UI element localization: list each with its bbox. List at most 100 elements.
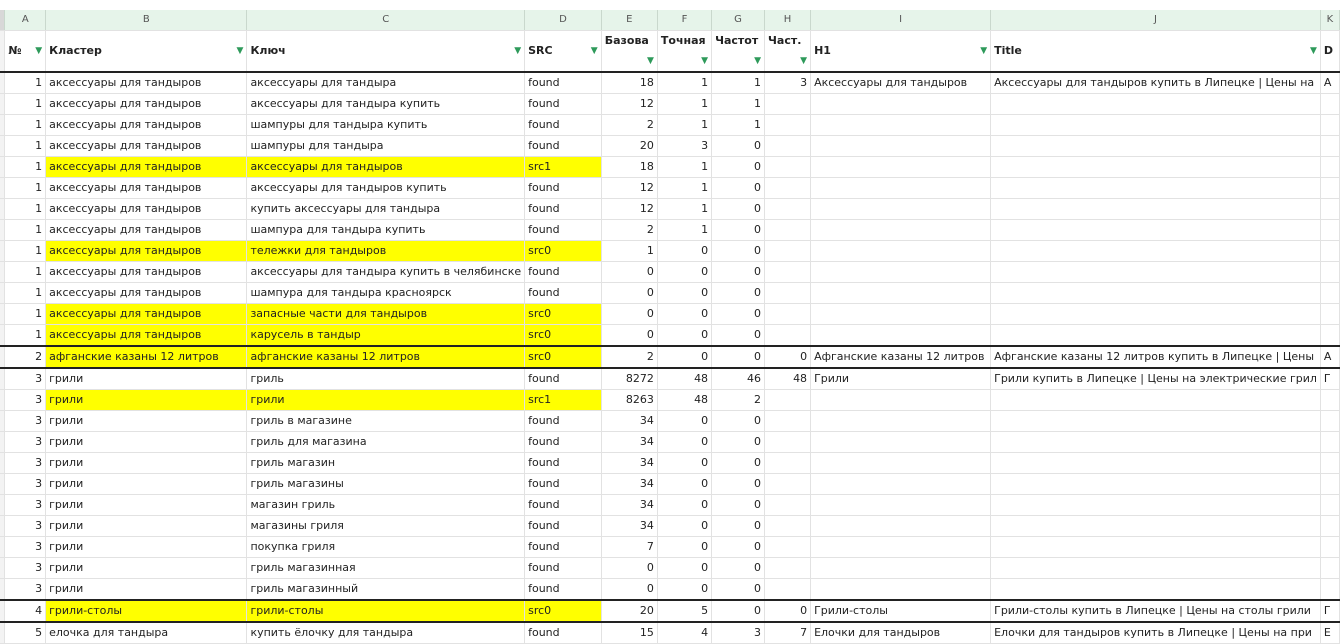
cell-key[interactable]: гриль магазинная <box>246 557 526 579</box>
cell-f[interactable]: 0 <box>657 303 713 325</box>
cell-h[interactable] <box>764 282 812 304</box>
cell-key[interactable]: шампуры для тандыра <box>246 135 526 157</box>
column-header-B[interactable]: B <box>45 10 248 31</box>
cell-h[interactable] <box>764 93 812 115</box>
cell-h[interactable] <box>764 431 812 453</box>
cell-h1[interactable] <box>810 536 992 558</box>
filter-icon[interactable]: ▼ <box>1310 41 1317 61</box>
cell-h1[interactable] <box>810 557 992 579</box>
cell-g[interactable]: 0 <box>711 135 766 157</box>
cell-k[interactable] <box>1320 578 1340 601</box>
cell-k[interactable] <box>1320 198 1340 220</box>
cell-title[interactable] <box>990 240 1321 262</box>
column-header-C[interactable]: C <box>246 10 526 31</box>
cell-cluster[interactable]: аксессуары для тандыров <box>45 72 248 94</box>
cell-k[interactable]: Г <box>1320 600 1340 623</box>
cell-f[interactable]: 0 <box>657 240 713 262</box>
header-cell[interactable]: № ▼ <box>4 30 47 73</box>
cell-e[interactable]: 2 <box>601 114 658 136</box>
cell-title[interactable] <box>990 515 1321 537</box>
cell-key[interactable]: грили-столы <box>246 600 526 623</box>
cell-n[interactable]: 3 <box>4 410 47 432</box>
cell-h1[interactable] <box>810 324 992 347</box>
cell-h1[interactable] <box>810 156 992 178</box>
cell-title[interactable] <box>990 198 1321 220</box>
cell-cluster[interactable]: аксессуары для тандыров <box>45 303 248 325</box>
cell-g[interactable]: 0 <box>711 536 766 558</box>
cell-h[interactable] <box>764 536 812 558</box>
cell-k[interactable] <box>1320 557 1340 579</box>
cell-h[interactable] <box>764 324 812 347</box>
cell-cluster[interactable]: грили <box>45 389 248 411</box>
cell-g[interactable]: 1 <box>711 114 766 136</box>
cell-e[interactable]: 20 <box>601 600 658 623</box>
cell-n[interactable]: 3 <box>4 452 47 474</box>
cell-h1[interactable] <box>810 389 992 411</box>
cell-e[interactable]: 34 <box>601 473 658 495</box>
cell-g[interactable]: 0 <box>711 557 766 579</box>
cell-g[interactable]: 0 <box>711 303 766 325</box>
cell-title[interactable] <box>990 135 1321 157</box>
filter-icon[interactable]: ▼ <box>647 51 654 70</box>
cell-n[interactable]: 1 <box>4 324 47 347</box>
filter-icon[interactable]: ▼ <box>980 41 987 61</box>
cell-title[interactable] <box>990 452 1321 474</box>
cell-h1[interactable] <box>810 135 992 157</box>
cell-f[interactable]: 1 <box>657 156 713 178</box>
cell-n[interactable]: 3 <box>4 515 47 537</box>
cell-key[interactable]: грили <box>246 389 526 411</box>
cell-h1[interactable] <box>810 410 992 432</box>
header-cell[interactable]: Title ▼ <box>990 30 1321 73</box>
header-cell[interactable]: Точная ▼ <box>657 30 713 73</box>
cell-h[interactable] <box>764 557 812 579</box>
cell-f[interactable]: 0 <box>657 536 713 558</box>
cell-g[interactable]: 0 <box>711 261 766 283</box>
cell-k[interactable] <box>1320 494 1340 516</box>
cell-h1[interactable] <box>810 93 992 115</box>
cell-cluster[interactable]: аксессуары для тандыров <box>45 324 248 347</box>
cell-k[interactable] <box>1320 219 1340 241</box>
header-cell[interactable]: H1 ▼ <box>810 30 992 73</box>
cell-h[interactable] <box>764 114 812 136</box>
cell-key[interactable]: тележки для тандыров <box>246 240 526 262</box>
cell-k[interactable] <box>1320 177 1340 199</box>
cell-cluster[interactable]: аксессуары для тандыров <box>45 177 248 199</box>
cell-h[interactable] <box>764 240 812 262</box>
cell-key[interactable]: шампуры для тандыра купить <box>246 114 526 136</box>
cell-h[interactable] <box>764 578 812 601</box>
cell-src[interactable]: src0 <box>524 240 602 262</box>
cell-k[interactable] <box>1320 282 1340 304</box>
cell-cluster[interactable]: грили <box>45 368 248 390</box>
cell-k[interactable]: А <box>1320 72 1340 94</box>
cell-title[interactable] <box>990 536 1321 558</box>
cell-n[interactable]: 1 <box>4 219 47 241</box>
cell-g[interactable]: 0 <box>711 324 766 347</box>
cell-e[interactable]: 2 <box>601 219 658 241</box>
cell-k[interactable] <box>1320 156 1340 178</box>
cell-h1[interactable] <box>810 494 992 516</box>
filter-icon[interactable]: ▼ <box>701 51 708 70</box>
cell-e[interactable]: 12 <box>601 93 658 115</box>
cell-key[interactable]: магазин гриль <box>246 494 526 516</box>
cell-src[interactable]: found <box>524 219 602 241</box>
cell-n[interactable]: 1 <box>4 135 47 157</box>
cell-cluster[interactable]: грили <box>45 536 248 558</box>
cell-key[interactable]: шампура для тандыра красноярск <box>246 282 526 304</box>
cell-cluster[interactable]: аксессуары для тандыров <box>45 282 248 304</box>
column-header-A[interactable]: A <box>4 10 47 31</box>
cell-g[interactable]: 0 <box>711 452 766 474</box>
cell-cluster[interactable]: грили <box>45 515 248 537</box>
cell-title[interactable]: Афганские казаны 12 литров купить в Липе… <box>990 346 1321 369</box>
cell-key[interactable]: аксессуары для тандыров <box>246 156 526 178</box>
cell-k[interactable]: А <box>1320 346 1340 369</box>
cell-h[interactable]: 0 <box>764 600 812 623</box>
cell-f[interactable]: 0 <box>657 431 713 453</box>
cell-f[interactable]: 48 <box>657 389 713 411</box>
spreadsheet-grid[interactable]: ABCDEFGHIJK № ▼ Кластер ▼ Ключ ▼ SRC ▼ Базова ▼ То… <box>0 10 1340 644</box>
column-header-F[interactable]: F <box>657 10 713 31</box>
cell-src[interactable]: found <box>524 177 602 199</box>
cell-title[interactable] <box>990 410 1321 432</box>
cell-cluster[interactable]: афганские казаны 12 литров <box>45 346 248 369</box>
cell-src[interactable]: found <box>524 282 602 304</box>
cell-h[interactable] <box>764 198 812 220</box>
